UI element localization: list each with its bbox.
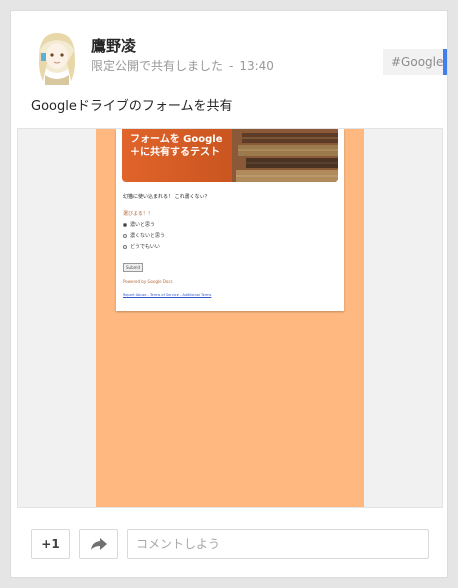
plus-one-button[interactable]: +1 [31, 529, 70, 559]
banner-title: フォームを Google＋に共有するテスト [130, 134, 223, 158]
form-question-help: 選びよる！！ [123, 211, 153, 217]
form-option[interactable]: 濃いと思う [123, 221, 155, 228]
form-submit-button[interactable]: Submit [123, 263, 144, 272]
share-icon [91, 538, 107, 550]
form-footer-links[interactable]: Report Abuse - Terms of Service - Additi… [123, 293, 211, 297]
post-card: 鷹野凌 限定公開で共有しました -13:40 #Google Googleドライブ… [10, 10, 448, 578]
option-label: どうでもいい [130, 244, 160, 250]
hashtag-label: #Google [391, 55, 444, 69]
share-button[interactable] [79, 529, 118, 559]
form-preview[interactable]: フォームを Google＋に共有するテスト 幻猫に使い込まれる！ これ書くなぃ？… [17, 128, 443, 508]
radio-icon[interactable] [123, 244, 127, 249]
form-question: 幻猫に使い込まれる！ これ書くなぃ？ [123, 194, 210, 200]
form-banner: フォームを Google＋に共有するテスト [122, 129, 338, 182]
option-label: 濃くないと思う [130, 233, 166, 239]
comment-input[interactable]: コメントしよう [127, 529, 429, 559]
books-image [232, 129, 338, 182]
post-text: Googleドライブのフォームを共有 [31, 99, 233, 114]
option-label: 濃いと思う [130, 222, 156, 228]
author-name[interactable]: 鷹野凌 [91, 35, 136, 56]
avatar[interactable] [31, 29, 83, 85]
form-background: フォームを Google＋に共有するテスト 幻猫に使い込まれる！ これ書くなぃ？… [96, 129, 364, 507]
meta-separator: - [229, 59, 234, 73]
post-meta: 限定公開で共有しました -13:40 [91, 57, 274, 74]
form-sheet: フォームを Google＋に共有するテスト 幻猫に使い込まれる！ これ書くなぃ？… [116, 129, 344, 311]
powered-by[interactable]: Powered by Google Docs [123, 279, 173, 284]
form-option[interactable]: どうでもいい [123, 243, 160, 250]
form-option[interactable]: 濃くないと思う [123, 232, 165, 239]
visibility-label[interactable]: 限定公開で共有しました [91, 59, 223, 73]
hashtag-badge[interactable]: #Google [383, 49, 447, 75]
post-time[interactable]: 13:40 [239, 59, 274, 73]
radio-icon[interactable] [123, 233, 127, 238]
radio-selected-icon[interactable] [123, 222, 127, 227]
hashtag-accent-bar [443, 49, 447, 75]
